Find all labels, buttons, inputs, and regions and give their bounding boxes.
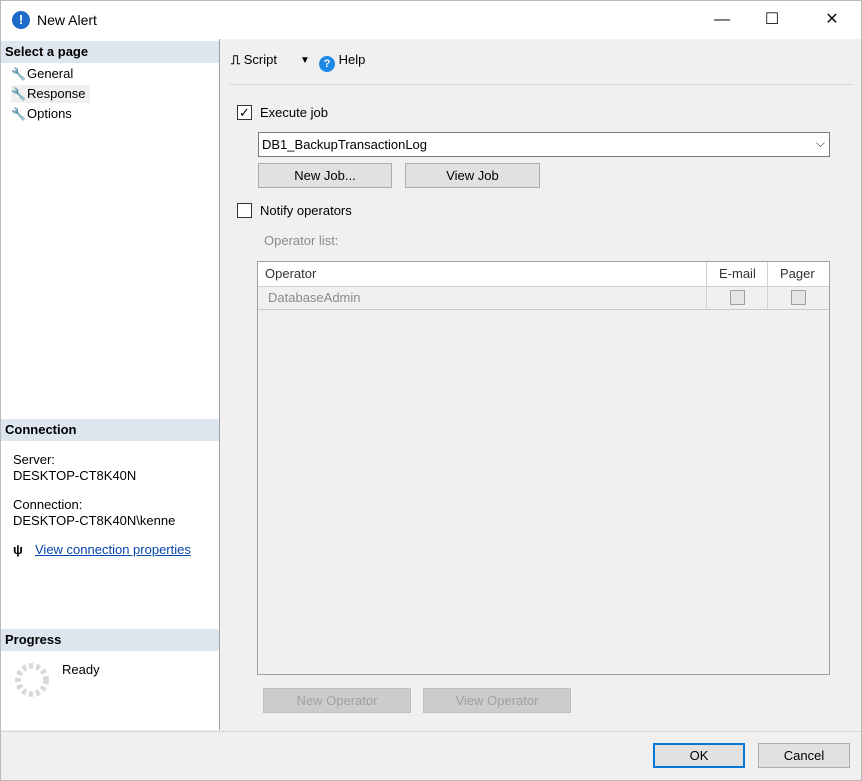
help-button[interactable]: ? Help [319, 52, 365, 72]
connection-label: Connection: [13, 497, 83, 512]
progress-spinner-icon [15, 663, 49, 697]
close-button[interactable]: ✕ [809, 1, 855, 39]
toolbar: ⎍ Script ▼ ? Help [221, 39, 861, 83]
table-row: DatabaseAdmin [258, 286, 829, 310]
page-item-response[interactable]: 🔧Response [11, 85, 90, 103]
chevron-down-icon: ⌵ [815, 136, 825, 150]
job-select-value: DB1_BackupTransactionLog [262, 137, 428, 152]
page-item-general[interactable]: 🔧General [11, 65, 77, 83]
ok-button[interactable]: OK [653, 743, 745, 768]
column-pager: Pager [780, 266, 815, 281]
new-alert-window: ! New Alert — ☐ ✕ Select a page 🔧General… [0, 0, 862, 781]
script-icon: ⎍ [231, 52, 241, 67]
page-item-options[interactable]: 🔧Options [11, 105, 76, 123]
new-operator-button: New Operator [263, 688, 411, 713]
email-checkbox [730, 290, 745, 305]
help-icon: ? [319, 56, 335, 72]
script-dropdown-arrow-icon[interactable]: ▼ [300, 55, 310, 66]
connection-header: Connection [1, 419, 219, 441]
new-job-button[interactable]: New Job... [258, 163, 392, 188]
grid-header: Operator E-mail Pager [258, 262, 829, 287]
title-bar: ! New Alert — ☐ ✕ [1, 1, 861, 39]
notify-operators-label: Notify operators [260, 203, 352, 218]
toolbar-divider [229, 84, 853, 85]
page-item-label: Response [27, 86, 86, 101]
page-item-label: Options [27, 106, 72, 121]
execute-job-label: Execute job [260, 105, 328, 120]
view-job-button[interactable]: View Job [405, 163, 540, 188]
column-operator: Operator [265, 266, 317, 281]
wrench-icon: 🔧 [11, 107, 26, 121]
operator-list-label: Operator list: [264, 233, 339, 248]
maximize-button[interactable]: ☐ [749, 1, 795, 39]
execute-job-checkbox[interactable]: ✓ [237, 105, 252, 120]
script-button[interactable]: ⎍ Script [231, 52, 277, 68]
job-select[interactable]: DB1_BackupTransactionLog ⌵ [258, 132, 830, 157]
help-label: Help [338, 52, 366, 67]
view-operator-button: View Operator [423, 688, 571, 713]
wrench-icon: 🔧 [11, 87, 26, 101]
left-pane: Select a page 🔧General 🔧Response 🔧Option… [1, 39, 220, 730]
window-title: New Alert [37, 12, 97, 28]
minimize-button[interactable]: — [699, 1, 745, 39]
select-page-header: Select a page [1, 41, 219, 63]
plug-icon: ψ [13, 542, 23, 557]
view-connection-properties[interactable]: ψ View connection properties [13, 542, 191, 558]
progress-header: Progress [1, 629, 219, 651]
server-value: DESKTOP-CT8K40N [13, 468, 137, 483]
footer-divider [1, 731, 861, 732]
server-label: Server: [13, 452, 55, 467]
column-email: E-mail [719, 266, 756, 281]
alert-icon: ! [12, 11, 30, 29]
script-label: Script [243, 52, 277, 67]
notify-operators-checkbox[interactable] [237, 203, 252, 218]
connection-value: DESKTOP-CT8K40N\kenne [13, 513, 176, 528]
cancel-button[interactable]: Cancel [758, 743, 850, 768]
pager-checkbox [791, 290, 806, 305]
progress-status: Ready [62, 662, 100, 677]
wrench-icon: 🔧 [11, 67, 26, 81]
view-connection-properties-link[interactable]: View connection properties [35, 542, 191, 557]
page-item-label: General [27, 66, 74, 81]
operator-grid: Operator E-mail Pager DatabaseAdmin [257, 261, 830, 675]
operator-cell: DatabaseAdmin [268, 290, 361, 305]
